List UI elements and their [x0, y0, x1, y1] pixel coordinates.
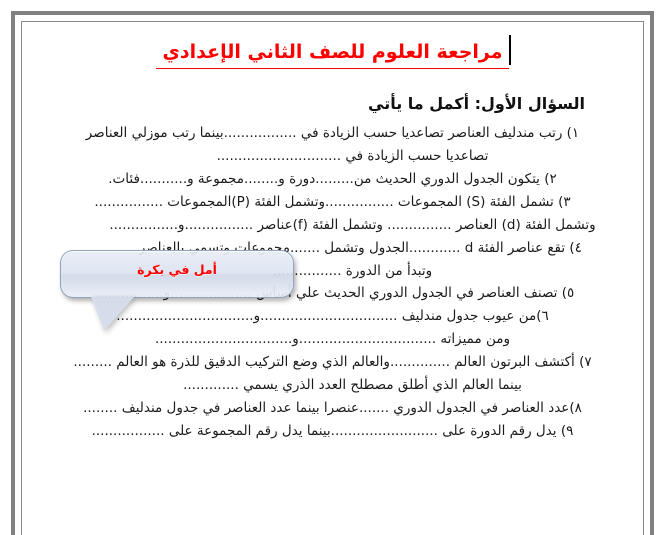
question-line: ٣) تشمل الفئة (S) المجموعات ............… — [94, 193, 571, 210]
speech-bubble-callout[interactable]: أمل في بكرة — [60, 250, 294, 332]
question-line: ٢) يتكون الجدول الدوري الحديث من........… — [108, 170, 557, 187]
question-line: ومن مميزاته ............................… — [154, 331, 511, 348]
title-row: مراجعة العلوم للصف الثاني الإعدادي — [34, 35, 631, 80]
question-line: ٨)عدد العناصر في الجدول الدوري .......عن… — [83, 400, 582, 417]
section-heading: السؤال الأول: أكمل ما يأتي — [368, 94, 585, 113]
question-line: وتشمل الفئة (d) العناصر ............... … — [109, 216, 596, 233]
text-caret — [508, 35, 511, 65]
question-line: تصاعديا حسب الزيادة في .................… — [216, 147, 489, 164]
question-line: ٧) أكتشف البرتون العالم ..............وا… — [73, 354, 592, 371]
document-page: مراجعة العلوم للصف الثاني الإعدادي السؤا… — [0, 0, 665, 535]
page-title: مراجعة العلوم للصف الثاني الإعدادي — [156, 40, 509, 70]
question-line: ٩) يدل رقم الدورة على ..................… — [91, 422, 574, 439]
callout-tail — [91, 297, 134, 331]
callout-label: أمل في بكرة — [137, 262, 217, 277]
question-line: بينما العالم الذي أطلق مصطلح العدد الذري… — [183, 377, 522, 394]
question-line: ١) رتب مندليف العناصر تصاعديا حسب الزياد… — [85, 125, 580, 141]
